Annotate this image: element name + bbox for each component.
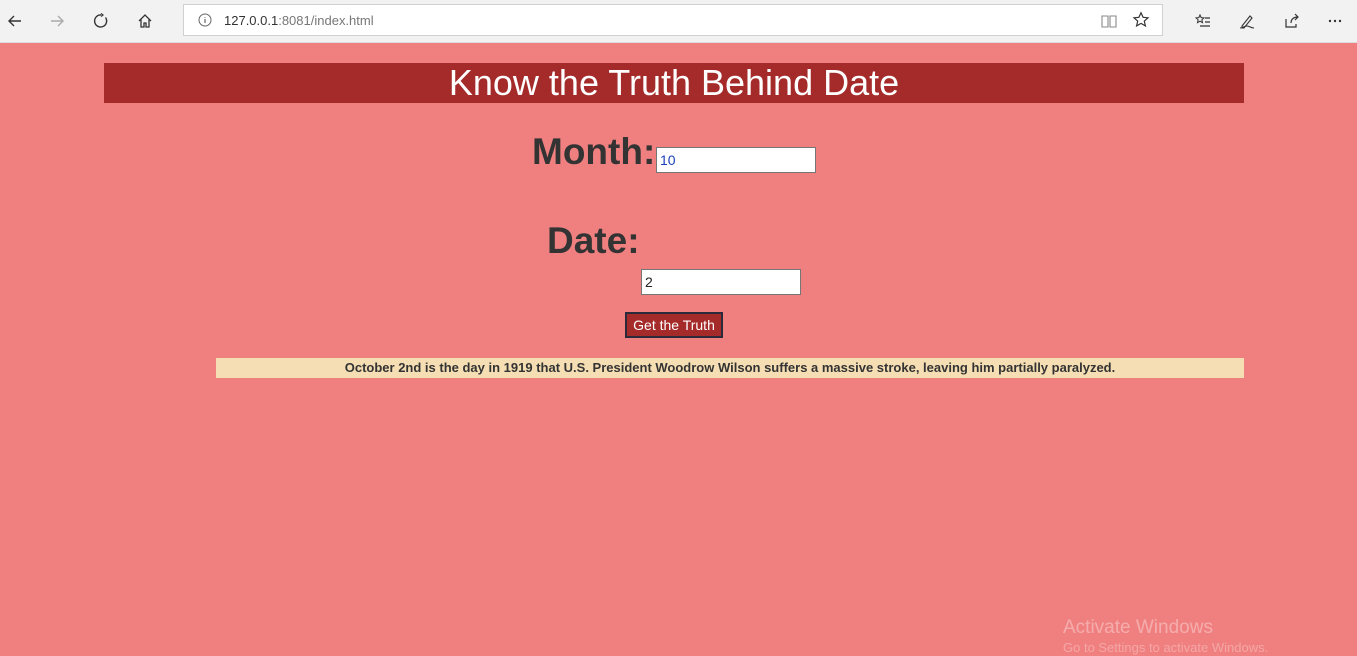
get-truth-button[interactable]: Get the Truth: [625, 312, 723, 338]
notes-button[interactable]: [1232, 6, 1262, 36]
favorite-star-icon[interactable]: [1132, 11, 1150, 29]
url-text[interactable]: 127.0.0.1:8081/index.html: [224, 13, 374, 28]
address-bar[interactable]: 127.0.0.1:8081/index.html: [183, 4, 1163, 36]
activate-windows-watermark: Activate Windows: [1063, 617, 1213, 638]
forward-arrow-icon: [51, 15, 64, 27]
month-input[interactable]: [656, 147, 816, 173]
forward-button[interactable]: [42, 6, 72, 36]
browser-toolbar: 127.0.0.1:8081/index.html: [0, 0, 1357, 43]
date-input[interactable]: [641, 269, 801, 295]
url-host: 127.0.0.1: [224, 13, 279, 28]
favorites-button[interactable]: [1188, 6, 1218, 36]
share-button[interactable]: [1276, 6, 1306, 36]
more-dots-icon: [1328, 19, 1342, 23]
share-icon: [1285, 13, 1299, 28]
url-path: :8081/index.html: [278, 13, 374, 28]
reading-view-icon[interactable]: [1100, 12, 1118, 30]
info-icon[interactable]: [198, 13, 212, 27]
result-text: October 2nd is the day in 1919 that U.S.…: [216, 358, 1244, 378]
more-button[interactable]: [1320, 6, 1350, 36]
favorites-list-icon: [1195, 13, 1210, 27]
month-label: Month:: [532, 131, 656, 172]
pen-icon: [1239, 15, 1255, 29]
page-title: Know the Truth Behind Date: [104, 63, 1244, 103]
refresh-button[interactable]: [86, 6, 116, 36]
back-arrow-icon: [8, 15, 21, 27]
back-button[interactable]: [0, 6, 30, 36]
date-label: Date:: [547, 220, 640, 261]
refresh-icon: [93, 13, 108, 28]
home-icon: [138, 14, 152, 28]
home-button[interactable]: [130, 6, 160, 36]
